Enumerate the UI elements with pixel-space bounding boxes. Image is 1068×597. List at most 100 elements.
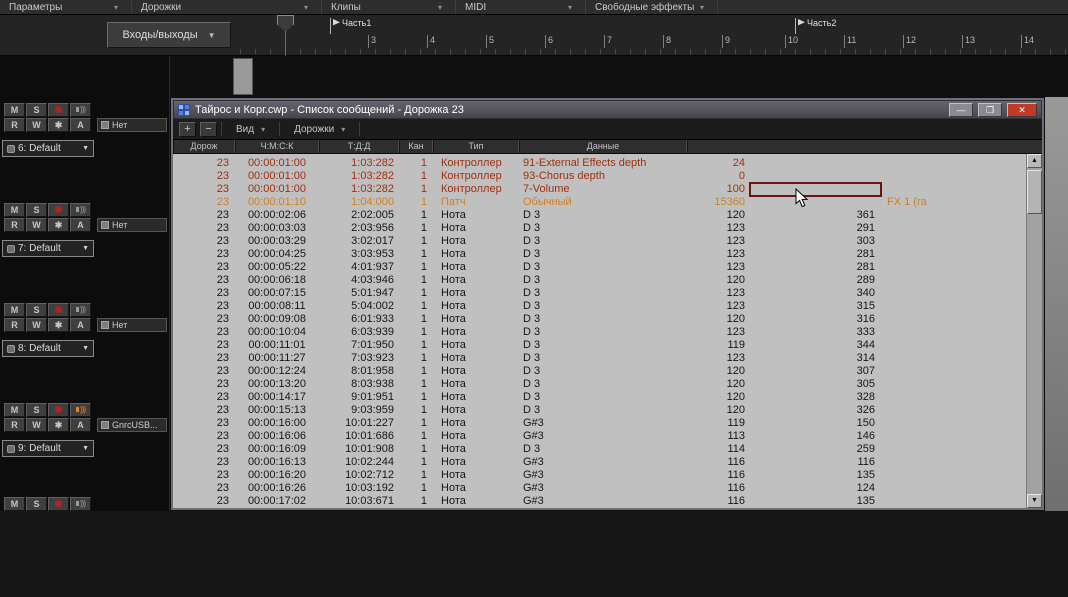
cell-mbt[interactable]: 9:01:951 bbox=[319, 391, 399, 404]
scroll-down-button[interactable]: ▼ bbox=[1027, 494, 1042, 508]
cell-ch[interactable]: 1 bbox=[399, 352, 433, 365]
cell-ch[interactable]: 1 bbox=[399, 365, 433, 378]
event-row[interactable]: 2300:00:12:248:01:9581НотаD 3120307 bbox=[173, 365, 1042, 378]
cell-d2[interactable]: 116 bbox=[687, 456, 749, 469]
cell-d2[interactable]: 119 bbox=[687, 339, 749, 352]
cell-type[interactable]: Нота bbox=[433, 365, 519, 378]
cell-d3[interactable]: 303 bbox=[749, 235, 881, 248]
cell-d1[interactable]: D 3 bbox=[519, 404, 687, 417]
cell-mbt[interactable]: 5:04:002 bbox=[319, 300, 399, 313]
cell-d2[interactable]: 123 bbox=[687, 222, 749, 235]
cell-smpte[interactable]: 00:00:01:00 bbox=[235, 170, 319, 183]
event-row[interactable]: 2300:00:16:2010:02:7121НотаG#3116135 bbox=[173, 469, 1042, 482]
cell-d3[interactable]: 281 bbox=[749, 261, 881, 274]
cell-type[interactable]: Нота bbox=[433, 326, 519, 339]
cell-d1[interactable]: D 3 bbox=[519, 209, 687, 222]
event-row[interactable]: 2300:00:05:224:01:9371НотаD 3123281 bbox=[173, 261, 1042, 274]
cell-track[interactable]: 23 bbox=[173, 417, 235, 430]
cell-d4[interactable] bbox=[881, 248, 887, 261]
minimize-button[interactable]: — bbox=[949, 103, 973, 117]
cell-d3[interactable] bbox=[749, 157, 881, 170]
cell-d2[interactable]: 116 bbox=[687, 495, 749, 508]
marker-part1[interactable]: Часть1 bbox=[330, 18, 371, 34]
input-echo-button[interactable]: ))) bbox=[70, 303, 91, 317]
cell-track[interactable]: 23 bbox=[173, 287, 235, 300]
cell-d4[interactable] bbox=[881, 274, 887, 287]
archive-button[interactable]: A bbox=[70, 418, 91, 432]
cell-smpte[interactable]: 00:00:16:00 bbox=[235, 417, 319, 430]
cell-d4[interactable] bbox=[881, 482, 887, 495]
cell-type[interactable]: Контроллер bbox=[433, 157, 519, 170]
input-selector[interactable]: Нет bbox=[97, 218, 167, 232]
column-header-smpte[interactable]: Ч:М:С:К bbox=[235, 140, 319, 153]
read-automation-button[interactable]: R bbox=[4, 318, 25, 332]
cell-d3[interactable]: 314 bbox=[749, 352, 881, 365]
event-row[interactable]: 2300:00:03:293:02:0171НотаD 3123303 bbox=[173, 235, 1042, 248]
cell-d2[interactable]: 123 bbox=[687, 326, 749, 339]
mute-button[interactable]: M bbox=[4, 303, 25, 317]
cell-d2[interactable]: 15360 bbox=[687, 196, 749, 209]
cell-track[interactable]: 23 bbox=[173, 365, 235, 378]
cell-track[interactable]: 23 bbox=[173, 222, 235, 235]
column-header-mbt[interactable]: Т:Д:Д bbox=[319, 140, 399, 153]
cell-track[interactable]: 23 bbox=[173, 469, 235, 482]
cell-mbt[interactable]: 10:03:671 bbox=[319, 495, 399, 508]
scroll-up-button[interactable]: ▲ bbox=[1027, 154, 1042, 168]
event-row[interactable]: 2300:00:14:179:01:9511НотаD 3120328 bbox=[173, 391, 1042, 404]
cell-smpte[interactable]: 00:00:12:24 bbox=[235, 365, 319, 378]
cell-ch[interactable]: 1 bbox=[399, 404, 433, 417]
cell-smpte[interactable]: 00:00:17:02 bbox=[235, 495, 319, 508]
cell-smpte[interactable]: 00:00:09:08 bbox=[235, 313, 319, 326]
cell-d2[interactable]: 120 bbox=[687, 313, 749, 326]
solo-button[interactable]: S bbox=[26, 403, 47, 417]
event-row[interactable]: 2300:00:16:0910:01:9081НотаD 3114259 bbox=[173, 443, 1042, 456]
cell-ch[interactable]: 1 bbox=[399, 417, 433, 430]
cell-ch[interactable]: 1 bbox=[399, 469, 433, 482]
cell-d2[interactable]: 123 bbox=[687, 300, 749, 313]
cell-smpte[interactable]: 00:00:05:22 bbox=[235, 261, 319, 274]
input-echo-button[interactable]: ))) bbox=[70, 497, 91, 511]
cell-d4[interactable]: FX 1 (ra bbox=[881, 196, 927, 209]
write-automation-button[interactable]: W bbox=[26, 418, 47, 432]
insert-event-button[interactable]: + bbox=[179, 122, 196, 137]
menu-parameters[interactable]: Параметры▾ bbox=[0, 0, 132, 14]
cell-ch[interactable]: 1 bbox=[399, 209, 433, 222]
cell-mbt[interactable]: 6:01:933 bbox=[319, 313, 399, 326]
cell-d1[interactable]: G#3 bbox=[519, 430, 687, 443]
cell-type[interactable]: Нота bbox=[433, 222, 519, 235]
cell-mbt[interactable]: 10:02:244 bbox=[319, 456, 399, 469]
cell-d1[interactable]: 93-Chorus depth bbox=[519, 170, 687, 183]
archive-button[interactable]: A bbox=[70, 118, 91, 132]
track-name-selector[interactable]: 6: Default▼ bbox=[2, 140, 94, 157]
cell-d4[interactable] bbox=[881, 352, 887, 365]
column-header-data[interactable]: Данные bbox=[519, 140, 687, 153]
event-row[interactable]: 2300:00:02:062:02:0051НотаD 3120361 bbox=[173, 209, 1042, 222]
cell-d2[interactable]: 120 bbox=[687, 274, 749, 287]
cell-smpte[interactable]: 00:00:01:10 bbox=[235, 196, 319, 209]
cell-type[interactable]: Нота bbox=[433, 417, 519, 430]
cell-track[interactable]: 23 bbox=[173, 248, 235, 261]
marker-part2[interactable]: Часть2 bbox=[795, 18, 836, 34]
event-row[interactable]: 2300:00:16:2610:03:1921НотаG#3116124 bbox=[173, 482, 1042, 495]
cell-d1[interactable]: D 3 bbox=[519, 235, 687, 248]
cell-d3[interactable]: 315 bbox=[749, 300, 881, 313]
record-arm-button[interactable] bbox=[48, 103, 69, 117]
cell-type[interactable]: Нота bbox=[433, 391, 519, 404]
cell-ch[interactable]: 1 bbox=[399, 157, 433, 170]
cell-ch[interactable]: 1 bbox=[399, 222, 433, 235]
cell-d4[interactable] bbox=[881, 404, 887, 417]
cell-d4[interactable] bbox=[881, 443, 887, 456]
cell-type[interactable]: Нота bbox=[433, 378, 519, 391]
maximize-button[interactable]: ❐ bbox=[978, 103, 1002, 117]
cell-d1[interactable]: Обычный bbox=[519, 196, 687, 209]
cell-d1[interactable]: D 3 bbox=[519, 222, 687, 235]
cell-d4[interactable] bbox=[881, 378, 887, 391]
cell-d2[interactable]: 120 bbox=[687, 209, 749, 222]
cell-smpte[interactable]: 00:00:14:17 bbox=[235, 391, 319, 404]
write-automation-button[interactable]: W bbox=[26, 118, 47, 132]
cell-d2[interactable]: 123 bbox=[687, 352, 749, 365]
cell-type[interactable]: Нота bbox=[433, 313, 519, 326]
cell-track[interactable]: 23 bbox=[173, 430, 235, 443]
cell-ch[interactable]: 1 bbox=[399, 482, 433, 495]
cell-smpte[interactable]: 00:00:07:15 bbox=[235, 287, 319, 300]
